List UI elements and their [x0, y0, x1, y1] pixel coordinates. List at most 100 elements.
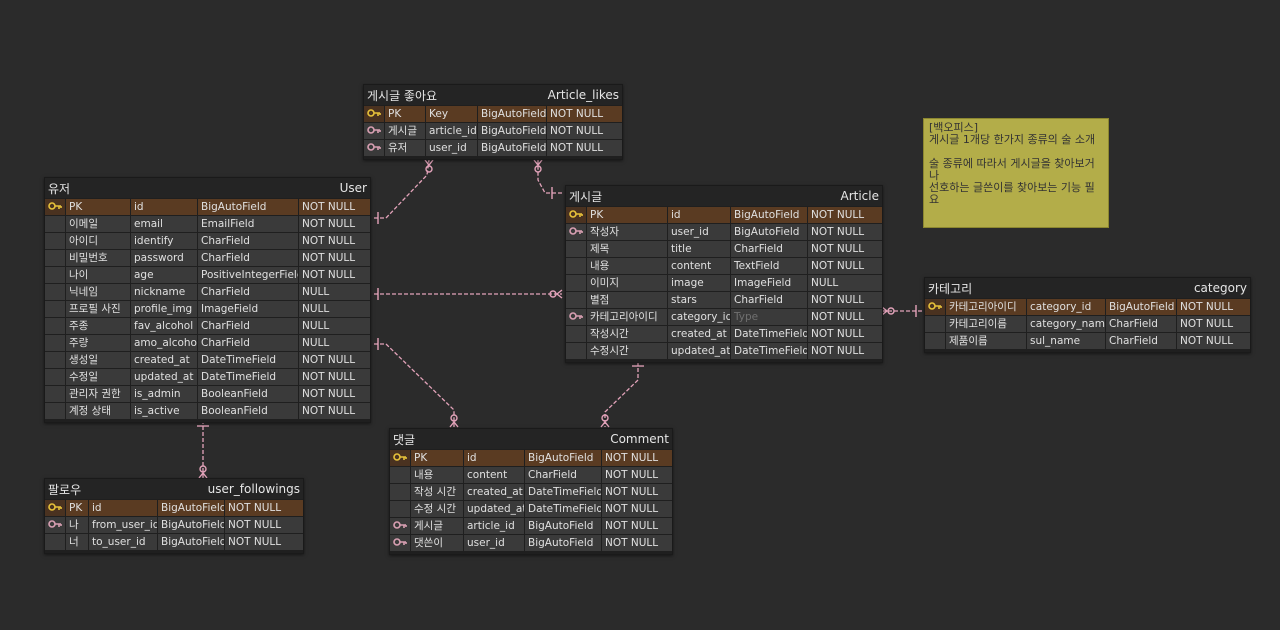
- field-nullable[interactable]: NOT NULL: [299, 199, 370, 215]
- field-nullable[interactable]: NOT NULL: [1177, 333, 1250, 349]
- table-header[interactable]: 카테고리 category: [925, 278, 1250, 298]
- field-type[interactable]: BigAutoField: [525, 450, 601, 466]
- field-type[interactable]: BigAutoField: [525, 518, 601, 534]
- field-label[interactable]: 카테고리아이디: [587, 309, 667, 325]
- field-type[interactable]: CharField: [525, 467, 601, 483]
- table-follow[interactable]: 팔로우 user_followings PK id BigAutoField NOT NU…: [44, 478, 304, 554]
- field-type[interactable]: TextField: [731, 258, 807, 274]
- field-nullable[interactable]: NOT NULL: [225, 500, 303, 516]
- field-name[interactable]: age: [131, 267, 197, 283]
- field-label[interactable]: 작성시간: [587, 326, 667, 342]
- table-header[interactable]: 유저 User: [45, 178, 370, 198]
- field-type[interactable]: CharField: [731, 292, 807, 308]
- field-label[interactable]: PK: [385, 106, 425, 122]
- field-label[interactable]: 아이디: [66, 233, 130, 249]
- table-row[interactable]: 카테고리아이디 category_id BigAutoField NOT NULL: [925, 299, 1250, 315]
- field-label[interactable]: 수정시간: [587, 343, 667, 359]
- field-name[interactable]: id: [668, 207, 730, 223]
- field-type[interactable]: DateTimeField: [525, 501, 601, 517]
- field-nullable[interactable]: NOT NULL: [602, 450, 672, 466]
- field-name[interactable]: Key: [426, 106, 477, 122]
- table-row[interactable]: 너 to_user_id BigAutoField NOT NULL: [45, 534, 303, 550]
- field-nullable[interactable]: NOT NULL: [808, 241, 882, 257]
- table-row[interactable]: PK Key BigAutoField NOT NULL: [364, 106, 622, 122]
- field-nullable[interactable]: NULL: [299, 301, 370, 317]
- field-label[interactable]: 별점: [587, 292, 667, 308]
- field-name[interactable]: amo_alcohol: [131, 335, 197, 351]
- field-label[interactable]: PK: [411, 450, 463, 466]
- field-type[interactable]: BigAutoField: [478, 123, 546, 139]
- field-name[interactable]: sul_name: [1027, 333, 1105, 349]
- field-name[interactable]: id: [89, 500, 157, 516]
- field-name[interactable]: content: [464, 467, 524, 483]
- table-user[interactable]: 유저 User PK id BigAutoField NOT NULL 이메일 email Em…: [44, 177, 371, 423]
- table-row[interactable]: 아이디 identify CharField NOT NULL: [45, 233, 370, 249]
- table-row[interactable]: 제품이름 sul_name CharField NOT NULL: [925, 333, 1250, 349]
- field-name[interactable]: user_id: [464, 535, 524, 551]
- field-nullable[interactable]: NOT NULL: [808, 343, 882, 359]
- table-comment[interactable]: 댓글 Comment PK id BigAutoField NOT NULL 내용 conte…: [389, 428, 673, 555]
- field-type[interactable]: ImageField: [731, 275, 807, 291]
- field-type[interactable]: CharField: [198, 318, 298, 334]
- field-label[interactable]: PK: [66, 500, 88, 516]
- field-name[interactable]: id: [464, 450, 524, 466]
- table-row[interactable]: 수정시간 updated_at DateTimeField NOT NULL: [566, 343, 882, 359]
- field-nullable[interactable]: NOT NULL: [808, 309, 882, 325]
- field-label[interactable]: 작성 시간: [411, 484, 463, 500]
- field-name[interactable]: is_active: [131, 403, 197, 419]
- table-header[interactable]: 게시글 Article: [566, 186, 882, 206]
- field-type[interactable]: Type: [731, 309, 807, 325]
- field-type[interactable]: BigAutoField: [478, 140, 546, 156]
- field-type[interactable]: DateTimeField: [731, 326, 807, 342]
- field-label[interactable]: 카테고리이름: [946, 316, 1026, 332]
- field-label[interactable]: 이메일: [66, 216, 130, 232]
- field-nullable[interactable]: NOT NULL: [299, 267, 370, 283]
- field-name[interactable]: content: [668, 258, 730, 274]
- field-label[interactable]: 게시글: [385, 123, 425, 139]
- field-name[interactable]: identify: [131, 233, 197, 249]
- table-row[interactable]: PK id BigAutoField NOT NULL: [390, 450, 672, 466]
- field-name[interactable]: to_user_id: [89, 534, 157, 550]
- field-name[interactable]: fav_alcohol: [131, 318, 197, 334]
- field-name[interactable]: created_at: [464, 484, 524, 500]
- field-name[interactable]: article_id: [426, 123, 477, 139]
- field-type[interactable]: PositiveIntegerField: [198, 267, 298, 283]
- field-nullable[interactable]: NOT NULL: [225, 534, 303, 550]
- table-row[interactable]: 프로필 사진 profile_img ImageField NULL: [45, 301, 370, 317]
- field-nullable[interactable]: NOT NULL: [602, 467, 672, 483]
- field-type[interactable]: CharField: [198, 250, 298, 266]
- field-type[interactable]: CharField: [198, 335, 298, 351]
- field-type[interactable]: BigAutoField: [731, 224, 807, 240]
- field-nullable[interactable]: NULL: [808, 275, 882, 291]
- field-name[interactable]: password: [131, 250, 197, 266]
- field-type[interactable]: DateTimeField: [198, 369, 298, 385]
- table-row[interactable]: PK id BigAutoField NOT NULL: [45, 500, 303, 516]
- field-name[interactable]: article_id: [464, 518, 524, 534]
- field-type[interactable]: CharField: [198, 233, 298, 249]
- field-label[interactable]: 나: [66, 517, 88, 533]
- field-name[interactable]: profile_img: [131, 301, 197, 317]
- field-type[interactable]: ImageField: [198, 301, 298, 317]
- field-label[interactable]: 프로필 사진: [66, 301, 130, 317]
- field-label[interactable]: 제품이름: [946, 333, 1026, 349]
- field-nullable[interactable]: NOT NULL: [602, 518, 672, 534]
- field-nullable[interactable]: NOT NULL: [1177, 299, 1250, 315]
- field-type[interactable]: CharField: [1106, 316, 1176, 332]
- table-header[interactable]: 팔로우 user_followings: [45, 479, 303, 499]
- field-name[interactable]: email: [131, 216, 197, 232]
- field-nullable[interactable]: NULL: [299, 335, 370, 351]
- table-row[interactable]: 작성시간 created_at DateTimeField NOT NULL: [566, 326, 882, 342]
- field-name[interactable]: id: [131, 199, 197, 215]
- table-row[interactable]: 제목 title CharField NOT NULL: [566, 241, 882, 257]
- field-nullable[interactable]: NOT NULL: [225, 517, 303, 533]
- table-row[interactable]: 내용 content CharField NOT NULL: [390, 467, 672, 483]
- field-name[interactable]: user_id: [668, 224, 730, 240]
- field-label[interactable]: 너: [66, 534, 88, 550]
- table-row[interactable]: 주량 amo_alcohol CharField NULL: [45, 335, 370, 351]
- note-backoffice[interactable]: [백오피스] 게시글 1개당 한가지 종류의 술 소개 술 종류에 따라서 게시…: [923, 118, 1109, 228]
- field-nullable[interactable]: NULL: [299, 318, 370, 334]
- field-type[interactable]: CharField: [731, 241, 807, 257]
- field-type[interactable]: BigAutoField: [1106, 299, 1176, 315]
- table-row[interactable]: 별점 stars CharField NOT NULL: [566, 292, 882, 308]
- field-nullable[interactable]: NOT NULL: [547, 106, 622, 122]
